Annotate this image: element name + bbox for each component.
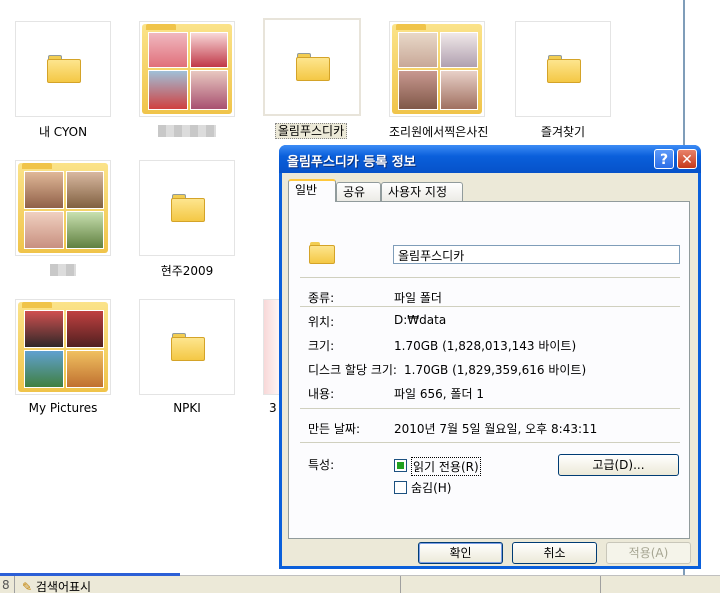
folder-icon (296, 53, 330, 81)
folder-item[interactable]: 즐겨찾기 (515, 21, 611, 140)
blurred-caption (158, 124, 216, 137)
photo-folder-icon (392, 24, 482, 114)
folder-caption: 조리원에서찍은사진 (389, 125, 489, 139)
folder-item[interactable]: 조리원에서찍은사진 (389, 21, 489, 140)
created-value: 2010년 7월 5일 월요일, 오후 8:43:11 (394, 422, 598, 436)
location-label: 위치: (308, 315, 335, 329)
apply-button[interactable]: 적용(A) (606, 542, 691, 564)
folder-name-input[interactable]: 올림푸스디카 (393, 245, 680, 264)
dialog-client: 일반 공유 사용자 지정 올림푸스디카 종류: 파일 폴더 위치: D:₩dat… (282, 173, 698, 566)
photo-folder-icon (142, 24, 232, 114)
contains-value: 파일 656, 폴더 1 (394, 387, 484, 401)
size-value: 1.70GB (1,828,013,143 바이트) (394, 339, 577, 353)
folder-item[interactable]: My Pictures (15, 299, 111, 415)
type-value: 파일 폴더 (394, 291, 442, 305)
hidden-checkbox[interactable] (394, 481, 407, 494)
status-divider (14, 576, 15, 593)
close-button[interactable]: ✕ (677, 149, 697, 169)
folder-caption: My Pictures (28, 401, 98, 415)
folder-thumbnail (139, 299, 235, 395)
attributes-label: 특성: (308, 458, 335, 472)
type-label: 종류: (308, 291, 335, 305)
general-panel: 올림푸스디카 종류: 파일 폴더 위치: D:₩data 크기: 1.70GB … (288, 201, 690, 539)
folder-thumbnail (515, 21, 611, 117)
folder-icon (171, 194, 205, 222)
folder-item[interactable]: NPKI (139, 299, 235, 415)
ok-button[interactable]: 확인 (418, 542, 503, 564)
disk-size-label: 디스크 할당 크기: (308, 363, 397, 377)
folder-caption: 현주2009 (160, 264, 214, 278)
location-value: D:₩data (394, 313, 447, 327)
divider (300, 306, 680, 307)
dialog-title: 올림푸스디카 등록 정보 (287, 155, 416, 170)
divider (300, 442, 680, 443)
help-button[interactable]: ? (654, 149, 674, 169)
folder-caption: NPKI (173, 401, 201, 415)
folder-caption: 즐겨찾기 (540, 125, 586, 139)
photo-folder-icon (18, 302, 108, 392)
status-divider (600, 576, 601, 593)
folder-item[interactable] (139, 21, 235, 137)
status-progress-strip (0, 573, 180, 576)
folder-caption (15, 262, 111, 276)
photo-folder-thumbnail (389, 21, 485, 117)
divider (300, 277, 680, 278)
folder-thumbnail (15, 21, 111, 117)
folder-icon (547, 55, 581, 83)
folder-caption: 내 CYON (38, 125, 88, 139)
hidden-label[interactable]: 숨김(H) (411, 479, 451, 496)
folder-item[interactable] (15, 160, 111, 276)
folder-thumbnail (139, 160, 235, 256)
tab-sharing[interactable]: 공유 (336, 182, 381, 201)
close-icon: ✕ (681, 152, 693, 168)
photo-folder-thumbnail (139, 21, 235, 117)
folder-item[interactable]: 내 CYON (15, 21, 111, 140)
photo-folder-thumbnail (15, 299, 111, 395)
created-label: 만든 날짜: (308, 422, 361, 436)
status-divider (400, 576, 401, 593)
size-label: 크기: (308, 339, 335, 353)
tab-customize[interactable]: 사용자 지정 (381, 182, 463, 201)
folder-icon (171, 333, 205, 361)
photo-folder-icon (18, 163, 108, 253)
properties-dialog: 올림푸스디카 등록 정보 ? ✕ 일반 공유 사용자 지정 올림푸스디카 종류:… (279, 145, 701, 569)
blurred-caption (50, 263, 76, 276)
folder-caption (139, 123, 235, 137)
status-bar: 8 ✎ 검색어표시 (0, 573, 720, 594)
status-item: ✎ 검색어표시 (22, 580, 92, 594)
status-left-text: 8 (2, 578, 10, 592)
photo-folder-thumbnail (15, 160, 111, 256)
folder-item[interactable]: 현주2009 (139, 160, 235, 279)
disk-size-value: 1.70GB (1,829,359,616 바이트) (404, 363, 587, 377)
readonly-checkbox[interactable] (394, 459, 407, 472)
folder-caption: 올림푸스디카 (263, 122, 359, 139)
contains-label: 내용: (308, 387, 335, 401)
dialog-titlebar[interactable]: 올림푸스디카 등록 정보 ? ✕ (279, 145, 701, 173)
advanced-button[interactable]: 고급(D)... (558, 454, 679, 476)
divider (300, 408, 680, 409)
folder-item-selected[interactable]: 올림푸스디카 (263, 18, 361, 139)
folder-icon (309, 242, 335, 264)
readonly-label[interactable]: 읽기 전용(R) (411, 457, 481, 476)
cancel-button[interactable]: 취소 (512, 542, 597, 564)
help-icon: ? (659, 152, 669, 168)
folder-icon (47, 55, 81, 83)
folder-thumbnail (263, 18, 361, 116)
tab-general[interactable]: 일반 (288, 179, 336, 202)
